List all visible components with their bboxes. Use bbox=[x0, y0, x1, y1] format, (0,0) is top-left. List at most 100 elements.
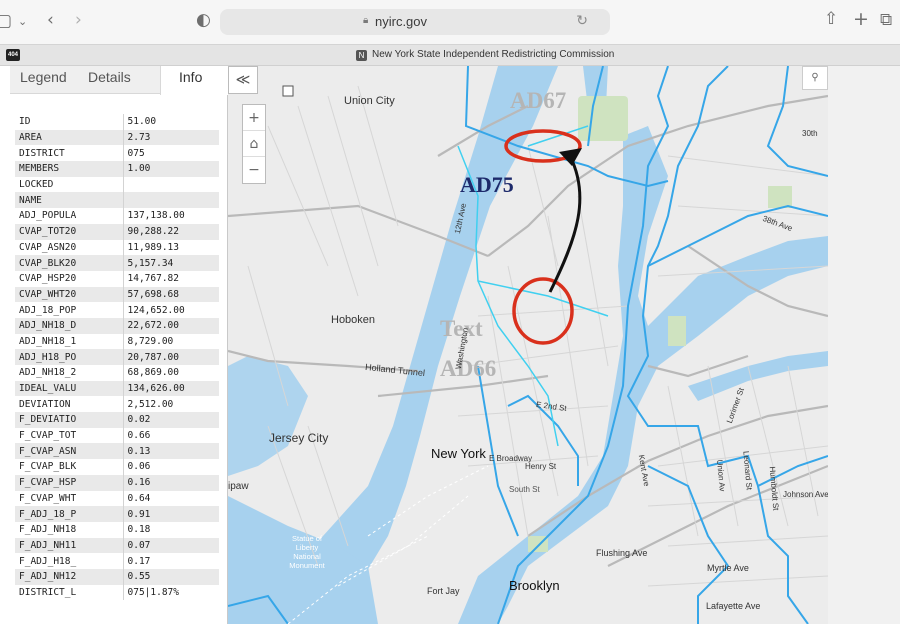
zoom-in-icon[interactable]: + bbox=[243, 105, 265, 131]
attribute-key: MEMBERS bbox=[15, 161, 123, 177]
road-30th: 30th bbox=[802, 129, 818, 138]
active-tab[interactable]: N New York State Independent Redistrictin… bbox=[356, 49, 614, 61]
attribute-row: DISTRICT 075 bbox=[15, 145, 219, 162]
attribute-row: CVAP_ASN20 11,989.13 bbox=[15, 239, 219, 256]
district-label-ad75: AD75 bbox=[460, 172, 514, 197]
attribute-key: CVAP_HSP20 bbox=[19, 273, 77, 285]
attribute-value: 0.66 bbox=[122, 427, 219, 444]
attribute-value: 0.55 bbox=[122, 568, 219, 585]
road-henry-st: Henry St bbox=[525, 462, 557, 471]
attribute-value: 51.00 bbox=[122, 114, 219, 130]
attribute-row: DEVIATION 2,512.00 bbox=[15, 396, 219, 413]
attribute-value: 075|1.87% bbox=[122, 584, 219, 601]
attribute-value: 2.73 bbox=[122, 129, 219, 146]
tab-legend[interactable]: Legend bbox=[20, 69, 67, 85]
attribute-row: CVAP_BLK20 5,157.34 bbox=[15, 255, 219, 271]
attribute-value: 57,698.68 bbox=[122, 286, 219, 303]
district-label-ad66: AD66 bbox=[440, 356, 497, 381]
attribute-value: 14,767.82 bbox=[122, 270, 219, 287]
collapse-panel-button[interactable]: ≪ bbox=[228, 66, 258, 94]
privacy-shield-icon[interactable]: ◐ bbox=[196, 10, 211, 30]
attribute-value: 11,989.13 bbox=[122, 239, 219, 256]
attribute-row: ADJ_H18_PO 20,787.00 bbox=[15, 349, 219, 365]
attribute-key: F_CVAP_HSP bbox=[15, 474, 123, 491]
attribute-row: IDEAL_VALU 134,626.00 bbox=[15, 380, 219, 397]
zoom-controls: + ⌂ − bbox=[242, 104, 266, 184]
attribute-key: F_CVAP_BLK bbox=[19, 461, 77, 473]
tab-favicon-icon: N bbox=[356, 50, 367, 61]
zoom-out-icon[interactable]: − bbox=[243, 157, 265, 183]
attribute-row: CVAP_HSP20 14,767.82 bbox=[15, 270, 219, 287]
attribute-value: 0.07 bbox=[122, 537, 219, 554]
attribute-key: DISTRICT_L bbox=[19, 586, 77, 598]
attribute-row: ADJ_NH18_1 8,729.00 bbox=[15, 333, 219, 350]
forward-icon[interactable]: › bbox=[75, 10, 82, 30]
attribute-key: IDEAL_VALU bbox=[15, 380, 123, 397]
attribute-row: MEMBERS 1.00 bbox=[15, 161, 219, 177]
attribute-key: ADJ_NH18_D bbox=[15, 317, 123, 334]
attribute-value: 0.06 bbox=[122, 459, 219, 475]
tab-details[interactable]: Details bbox=[88, 69, 131, 85]
url-text: nyirc.gov bbox=[375, 14, 428, 29]
attribute-value: 1.00 bbox=[122, 161, 219, 177]
attribute-value: 8,729.00 bbox=[122, 333, 219, 350]
attribute-key: F_CVAP_WHT bbox=[19, 492, 77, 504]
attribute-value: 90,288.22 bbox=[122, 223, 219, 240]
browser-window: ▢ ⌄ ‹ › ◐ 🔒︎ nyirc.gov ↻ ⇧ + ⧉ 404 N New … bbox=[0, 0, 900, 624]
attribute-value: 22,672.00 bbox=[122, 317, 219, 334]
attribute-key: NAME bbox=[15, 192, 123, 209]
attribute-row: F_CVAP_HSP 0.16 bbox=[15, 474, 219, 491]
tab-info[interactable]: Info bbox=[179, 69, 202, 85]
page-margin bbox=[828, 66, 900, 624]
attribute-key: ADJ_18_POP bbox=[19, 304, 77, 316]
attribute-value: 134,626.00 bbox=[122, 380, 219, 397]
sidebar-icon[interactable]: ▢ bbox=[0, 11, 12, 31]
attribute-row: ADJ_POPULA 137,138.00 bbox=[15, 208, 219, 224]
attribute-row: F_CVAP_TOT 0.66 bbox=[15, 427, 219, 444]
tab-overview-icon[interactable]: ⧉ bbox=[880, 10, 892, 30]
panel-tabs: Legend Details Info bbox=[10, 66, 228, 95]
reload-icon[interactable]: ↻ bbox=[576, 13, 588, 29]
place-brooklyn: Brooklyn bbox=[509, 578, 560, 593]
attribute-row: ADJ_18_POP 124,652.00 bbox=[15, 302, 219, 318]
map-search-icon[interactable]: ⚲ bbox=[802, 66, 828, 90]
attribute-key: ADJ_H18_PO bbox=[15, 349, 123, 365]
attribute-row: F_CVAP_BLK 0.06 bbox=[15, 459, 219, 475]
home-icon[interactable]: ⌂ bbox=[243, 131, 265, 157]
address-bar[interactable]: 🔒︎ nyirc.gov ↻ bbox=[220, 9, 610, 35]
attribute-value: 20,787.00 bbox=[122, 349, 219, 365]
attribute-row: ADJ_NH18_2 68,869.00 bbox=[15, 365, 219, 381]
attribute-key: F_ADJ_18_P bbox=[15, 506, 123, 522]
share-icon[interactable]: ⇧ bbox=[824, 9, 838, 29]
attribute-value: 124,652.00 bbox=[122, 302, 219, 318]
attribute-key: LOCKED bbox=[19, 179, 54, 191]
shield-marker bbox=[282, 85, 294, 97]
attribute-row: ID 51.00 bbox=[15, 114, 219, 130]
browser-toolbar: ▢ ⌄ ‹ › ◐ 🔒︎ nyirc.gov ↻ ⇧ + ⧉ bbox=[0, 0, 900, 44]
attribute-key: F_CVAP_TOT bbox=[19, 430, 77, 442]
road-johnson-ave: Johnson Ave bbox=[783, 490, 828, 499]
attribute-value: 2,512.00 bbox=[122, 396, 219, 413]
attribute-value: 0.13 bbox=[122, 443, 219, 460]
attribute-row: CVAP_TOT20 90,288.22 bbox=[15, 223, 219, 240]
major-roads bbox=[228, 94, 828, 567]
attribute-row: F_CVAP_ASN 0.13 bbox=[15, 443, 219, 460]
chevron-down-icon[interactable]: ⌄ bbox=[18, 12, 27, 32]
attribute-row: F_ADJ_18_P 0.91 bbox=[15, 506, 219, 522]
attribute-key: DEVIATION bbox=[19, 398, 71, 410]
attribute-value: 0.16 bbox=[122, 474, 219, 491]
place-jersey-city: Jersey City bbox=[269, 431, 329, 445]
new-tab-icon[interactable]: + bbox=[853, 9, 869, 29]
attribute-row: CVAP_WHT20 57,698.68 bbox=[15, 286, 219, 303]
site-logo-icon[interactable]: 404 bbox=[6, 49, 20, 61]
attribute-row: F_ADJ_NH11 0.07 bbox=[15, 537, 219, 554]
back-icon[interactable]: ‹ bbox=[47, 10, 54, 30]
attribute-key: F_DEVIATIO bbox=[15, 412, 123, 428]
place-fort-jay: Fort Jay bbox=[427, 586, 460, 596]
attribute-row: AREA 2.73 bbox=[15, 129, 219, 146]
attribute-key: CVAP_TOT20 bbox=[15, 223, 123, 240]
road-south-st: South St bbox=[509, 485, 540, 494]
district-label-ad67: AD67 bbox=[510, 88, 567, 113]
attribute-row: F_CVAP_WHT 0.64 bbox=[15, 490, 219, 507]
map-view[interactable]: ≪ + ⌂ − ⚲ AD67 AD75 Text AD66 Union City… bbox=[228, 66, 828, 624]
